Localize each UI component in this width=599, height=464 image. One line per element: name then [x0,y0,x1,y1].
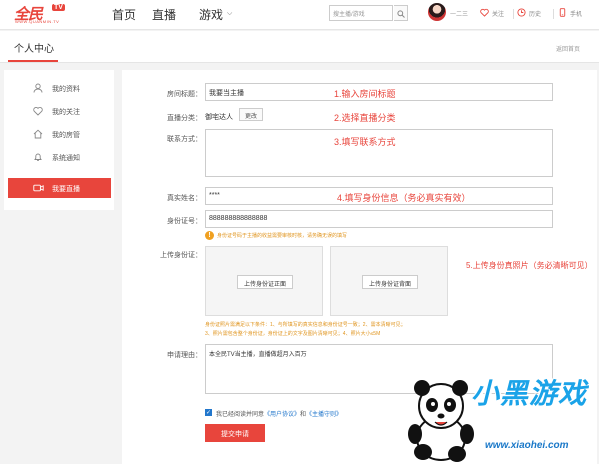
sidebar-item-go-live[interactable]: 我要直播 [8,178,111,198]
upload-label: 上传身份证： [160,252,202,259]
idnum-value: 888888888888888 [209,215,268,222]
upload-requirements: 身份证照片需满足以下条件：1、与所填写的真实信息和身份证号一致；2、需本清晰可见… [205,321,560,339]
sidebar-item-label: 我的房管 [52,132,80,139]
sidebar-item-notifications[interactable]: 系统通知 [8,147,111,167]
nav-live[interactable]: 直播 [152,6,176,23]
room-title-note: 1.输入房间标题 [334,89,396,99]
reason-label: 申请理由： [167,352,202,359]
home-icon [33,129,43,139]
follow-label: 关注 [492,12,505,18]
nav-game[interactable]: 游戏 [199,6,223,23]
room-title-value: 我要当主播 [209,90,244,97]
logo-tv-badge: TV [52,4,65,11]
back-home-link[interactable]: 返回首页 [556,44,580,53]
divider [553,9,554,19]
realname-value: **** [209,192,220,199]
sidebar-item-room-admin[interactable]: 我的房管 [8,124,111,144]
contact-label: 联系方式： [167,136,202,143]
sidebar-item-profile[interactable]: 我的资料 [8,78,111,98]
sidebar-item-follow[interactable]: 我的关注 [8,101,111,121]
search-placeholder: 搜主播/游戏 [333,12,365,18]
user-icon [33,83,43,93]
heart-icon [480,8,489,17]
id-warning: ! 身份证号码于主播的收益需要审核时核，请务确无误的填写 [205,231,505,241]
agree-checkbox[interactable]: ✓ [205,409,212,416]
history-link[interactable]: 历史 [517,6,549,20]
phone-label: 手机 [570,12,583,18]
warning-icon: ! [205,231,214,240]
sidebar-item-label: 我的资料 [52,86,80,93]
logo-subtitle: WWW.QUANMIN.TV [15,19,60,24]
streamer-rules-link[interactable]: 《主播守则》 [306,412,342,418]
contact-note: 3.填写联系方式 [334,137,396,147]
sidebar-item-label: 我的关注 [52,109,80,116]
heart-icon [33,107,43,116]
camera-icon [33,184,44,192]
phone-icon [559,8,566,17]
follow-link[interactable]: 关注 [480,6,512,20]
user-agreement-link[interactable]: 《用户协议》 [264,412,300,418]
watermark: 小黑游戏 www.xiaohei.com [405,370,599,464]
search-button[interactable] [394,5,408,21]
search-input[interactable]: 搜主播/游戏 [329,5,393,21]
sidebar-item-label: 我要直播 [52,186,80,193]
upload-req-line-2: 3、照片需包含整个身份证，身份证上的文字及图片清晰可见；4、照片大小≤5M [205,331,381,337]
bell-icon [34,153,42,161]
idnum-label: 身份证号： [167,218,202,225]
sidebar-item-label: 系统通知 [52,155,80,162]
page-title: 个人中心 [14,44,54,55]
sidebar: 我的资料 我的关注 我的房管 系统通知 我要直播 [4,70,114,210]
agreement-text: 我已经阅读并同意《用户协议》和《主播守则》 [216,409,342,418]
search-icon [397,10,405,18]
upload-front-button[interactable]: 上传身份证正面 [237,275,293,289]
upload-front-area[interactable]: 上传身份证正面 [205,246,323,316]
upload-back-button[interactable]: 上传身份证背面 [362,275,418,289]
username[interactable]: 一二三 [450,9,468,18]
logo[interactable]: 全民 TV WWW.QUANMIN.TV [14,3,72,25]
nav-home[interactable]: 首页 [112,6,136,23]
room-title-label: 房间标题： [167,91,202,98]
watermark-url: www.xiaohei.com [485,440,569,451]
submit-button[interactable]: 提交申请 [205,424,265,442]
panda-mascot-icon [408,380,474,462]
upload-back-area[interactable]: 上传身份证背面 [330,246,448,316]
title-underline [8,60,58,62]
reason-value: 本全民TV当主播，直播做超月入百万 [209,352,307,358]
upload-req-line-1: 身份证照片需满足以下条件：1、与所填写的真实信息和身份证号一致；2、需本清晰可见… [205,322,406,328]
clock-icon [517,8,526,17]
page-header: 个人中心 返回首页 [0,31,599,63]
agree-prefix: 我已经阅读并同意 [216,412,265,418]
divider [513,9,514,19]
realname-label: 真实姓名： [167,195,202,202]
category-note: 2.选择直播分类 [334,113,396,123]
chevron-down-icon[interactable]: ⌵ [227,10,232,18]
category-value: 御宅达人 [205,114,233,121]
category-label: 直播分类： [167,115,202,122]
phone-link[interactable]: 手机 [558,6,590,20]
change-category-button[interactable]: 更改 [239,108,263,121]
avatar[interactable] [428,3,446,21]
upload-note: 5.上传身份真照片（务必清晰可见） [466,261,593,270]
history-label: 历史 [529,12,542,18]
id-warning-text: 身份证号码于主播的收益需要审核时核，请务确无误的填写 [217,233,348,239]
watermark-title: 小黑游戏 [471,378,588,409]
top-nav: 全民 TV WWW.QUANMIN.TV 首页 直播 游戏 ⌵ 搜主播/游戏 一… [0,0,599,30]
agreement-row: ✓ 我已经阅读并同意《用户协议》和《主播守则》 [205,408,425,418]
id-info-note: 4.填写身份信息（务必真实有效） [337,193,471,203]
idnum-input[interactable]: 888888888888888 [205,210,553,228]
